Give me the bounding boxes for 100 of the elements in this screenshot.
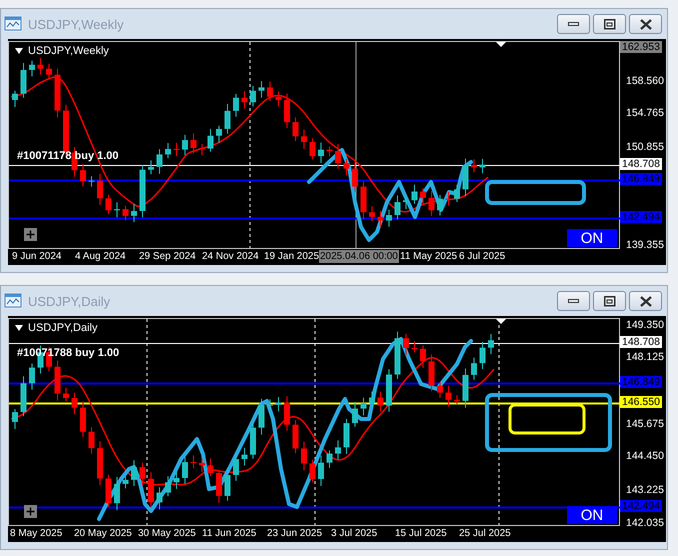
minimize-button[interactable] — [557, 291, 590, 311]
price-axis-label: 142.035 — [625, 517, 665, 529]
candle — [420, 188, 426, 206]
price-marker-label: 148.708 — [620, 158, 662, 170]
dropdown-icon[interactable] — [15, 325, 23, 331]
on-button[interactable]: ON — [567, 229, 617, 247]
crosshair-date-label: 2025.04.06 00:00 — [319, 250, 399, 263]
candle — [224, 468, 230, 502]
candle — [122, 205, 128, 221]
price-marker-label: 146.849 — [620, 173, 662, 185]
close-icon — [640, 296, 652, 306]
candle — [369, 391, 375, 408]
date-axis-label: 11 Jun 2025 — [202, 527, 256, 540]
candle — [242, 90, 248, 110]
date-axis-label: 25 Jul 2025 — [459, 527, 511, 540]
date-axis-label: 9 Jun 2024 — [12, 250, 62, 263]
price-axis-label: 139.355 — [625, 239, 665, 251]
candle — [165, 142, 171, 159]
candle — [106, 194, 112, 214]
date-axis-label: 4 Aug 2024 — [75, 250, 126, 263]
candle — [267, 81, 273, 102]
candle — [394, 195, 400, 220]
candle — [403, 333, 409, 356]
candle — [344, 158, 350, 176]
candle — [54, 68, 60, 118]
date-axis-label: 6 Jul 2025 — [459, 250, 506, 263]
candle — [480, 158, 486, 174]
candle — [156, 486, 162, 510]
price-axis-label: 149.350 — [625, 319, 665, 331]
candle — [190, 454, 196, 469]
candle — [394, 331, 400, 380]
candle — [131, 460, 137, 487]
candle — [12, 90, 18, 108]
candle — [131, 204, 137, 223]
candle — [199, 458, 205, 473]
candle — [190, 132, 196, 154]
price-axis-label: 150.855 — [625, 141, 665, 153]
candle — [242, 447, 248, 466]
maximize-button[interactable] — [593, 291, 626, 311]
candle — [122, 476, 128, 489]
candle — [488, 333, 494, 355]
plus-icon[interactable] — [24, 505, 37, 518]
candle — [54, 360, 60, 401]
date-axis-label: 3 Jul 2025 — [331, 527, 378, 540]
candle — [310, 138, 316, 160]
candle — [182, 134, 188, 156]
maximize-icon — [604, 296, 616, 306]
candle — [292, 419, 298, 454]
candle — [250, 85, 256, 107]
candle — [12, 408, 18, 430]
chart-window-icon — [4, 293, 22, 309]
price-marker-label: 148.708 — [620, 336, 662, 348]
candle — [428, 190, 434, 216]
candle — [369, 206, 375, 222]
candle — [199, 143, 205, 156]
candle — [174, 142, 180, 157]
shift-marker-icon — [496, 42, 506, 47]
plus-icon[interactable] — [24, 228, 37, 241]
candle — [208, 458, 214, 477]
date-axis-label: 8 May 2025 — [10, 527, 62, 540]
close-button[interactable] — [629, 14, 662, 34]
price-axis-label: 154.765 — [625, 107, 665, 119]
minimize-button[interactable] — [557, 14, 590, 34]
candle — [97, 440, 103, 486]
candle — [148, 472, 154, 508]
close-button[interactable] — [629, 291, 662, 311]
maximize-button[interactable] — [593, 14, 626, 34]
window-title: USDJPY,Daily — [28, 294, 112, 308]
candle — [20, 62, 26, 98]
chart-symbol-label: USDJPY,Daily — [28, 322, 98, 334]
dropdown-icon[interactable] — [15, 48, 23, 54]
minimize-icon — [568, 22, 579, 26]
candle — [250, 422, 256, 460]
candle — [258, 398, 264, 436]
candle — [38, 58, 44, 76]
candle — [446, 385, 452, 408]
date-axis-label: 24 Nov 2024 — [202, 250, 259, 263]
maximize-icon — [604, 18, 616, 30]
date-axis-label: 23 Jun 2025 — [267, 527, 322, 540]
price-marker-label: 142.494 — [620, 211, 662, 223]
candle — [233, 93, 239, 118]
on-button[interactable]: ON — [567, 506, 617, 524]
candle — [335, 440, 341, 460]
candle — [148, 160, 154, 175]
candle — [403, 195, 409, 210]
candle — [335, 144, 341, 170]
candle — [258, 80, 264, 98]
candle — [292, 116, 298, 142]
candle — [72, 392, 78, 415]
candle — [326, 146, 332, 157]
candle — [301, 441, 307, 471]
candle — [471, 357, 477, 380]
candle — [233, 454, 239, 482]
candle — [88, 176, 94, 188]
shift-marker-icon — [496, 319, 506, 324]
candle — [88, 426, 94, 454]
candle — [378, 391, 384, 412]
candle — [420, 344, 426, 369]
candle — [182, 456, 188, 484]
candle — [428, 354, 434, 392]
